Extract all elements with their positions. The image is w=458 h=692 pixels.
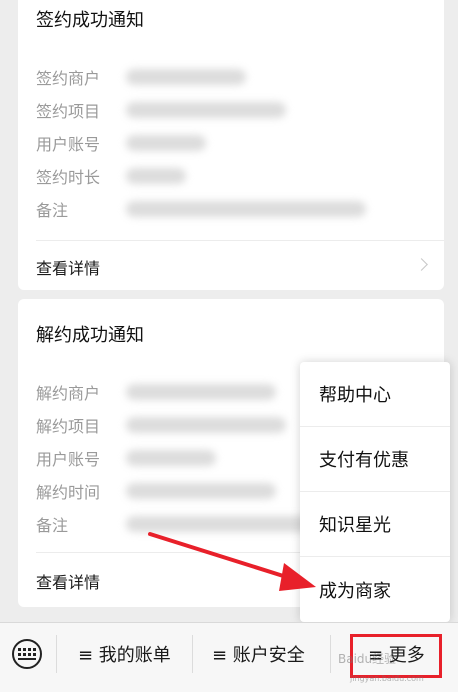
row-label: 签约时长 bbox=[36, 167, 101, 187]
row-label: 备注 bbox=[36, 515, 69, 535]
blurred-value bbox=[126, 101, 286, 118]
info-row: 签约时长 bbox=[36, 159, 426, 192]
info-row: 用户账号 bbox=[36, 126, 426, 159]
blurred-value bbox=[126, 482, 276, 499]
row-label: 解约项目 bbox=[36, 416, 101, 436]
watermark: Baidu经验 bbox=[338, 652, 397, 666]
menu-item-help-center[interactable]: 帮助中心 bbox=[300, 362, 450, 427]
separator bbox=[192, 635, 193, 673]
blurred-value bbox=[126, 515, 316, 532]
card-title: 解约成功通知 bbox=[36, 325, 144, 346]
row-label: 解约时间 bbox=[36, 482, 101, 502]
account-security-button[interactable]: ≡ 账户安全 bbox=[212, 641, 305, 667]
blurred-value bbox=[126, 167, 186, 184]
blurred-value bbox=[126, 449, 216, 466]
view-details-link[interactable]: 查看详情 bbox=[36, 255, 100, 279]
blurred-value bbox=[126, 134, 206, 151]
info-rows: 签约商户 签约项目 用户账号 签约时长 备注 bbox=[36, 60, 426, 225]
row-label: 签约商户 bbox=[36, 68, 101, 88]
row-label: 用户账号 bbox=[36, 134, 101, 154]
sign-success-card: 签约成功通知 签约商户 签约项目 用户账号 签约时长 备注 查看详情 bbox=[18, 0, 444, 290]
row-label: 用户账号 bbox=[36, 449, 101, 469]
separator bbox=[330, 635, 331, 673]
watermark-url: jingyan.baidu.com bbox=[350, 674, 424, 683]
blurred-value bbox=[126, 200, 366, 217]
menu-item-knowledge[interactable]: 知识星光 bbox=[300, 492, 450, 557]
blurred-value bbox=[126, 383, 276, 400]
card-title: 签约成功通知 bbox=[36, 10, 144, 31]
more-popup-menu: 帮助中心 支付有优惠 知识星光 成为商家 bbox=[300, 362, 450, 622]
menu-item-payment-offers[interactable]: 支付有优惠 bbox=[300, 427, 450, 492]
info-row: 签约商户 bbox=[36, 60, 426, 93]
row-label: 备注 bbox=[36, 200, 69, 220]
divider bbox=[36, 240, 444, 241]
view-details-link[interactable]: 查看详情 bbox=[36, 569, 100, 593]
row-label: 签约项目 bbox=[36, 101, 101, 121]
keyboard-icon[interactable] bbox=[12, 639, 42, 669]
separator bbox=[56, 635, 57, 673]
menu-item-become-merchant[interactable]: 成为商家 bbox=[300, 557, 450, 622]
my-bills-button[interactable]: ≡ 我的账单 bbox=[78, 641, 171, 667]
chevron-right-icon bbox=[415, 258, 428, 271]
blurred-value bbox=[126, 68, 246, 85]
blurred-value bbox=[126, 416, 286, 433]
info-row: 签约项目 bbox=[36, 93, 426, 126]
info-row: 备注 bbox=[36, 192, 426, 225]
row-label: 解约商户 bbox=[36, 383, 101, 403]
